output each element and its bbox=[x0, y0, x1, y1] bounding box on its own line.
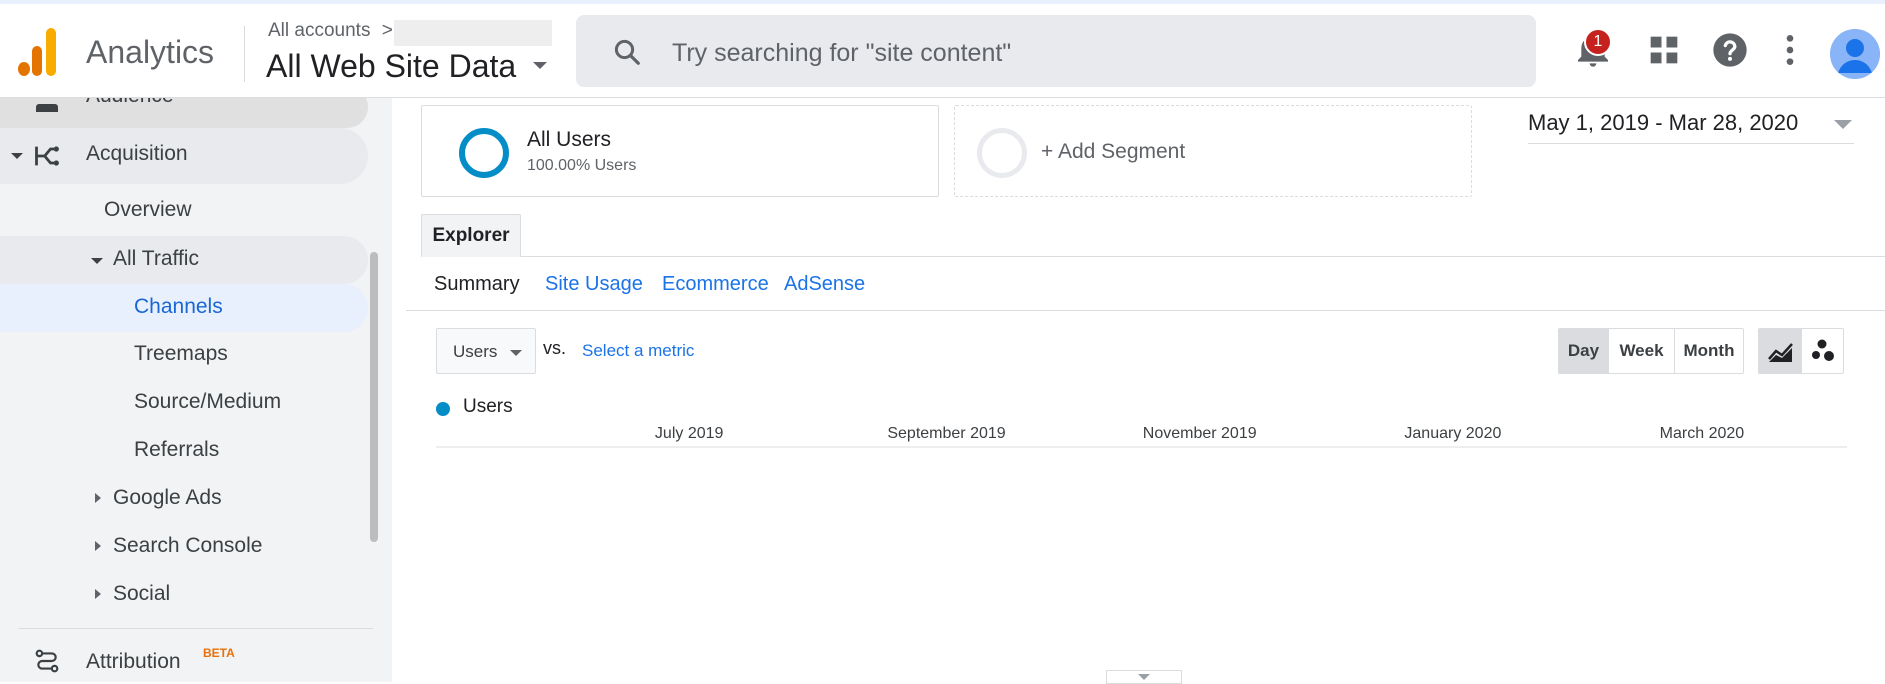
sidebar-item-audience[interactable]: Audience bbox=[0, 98, 368, 128]
sidebar-item-search-console[interactable]: Search Console bbox=[113, 534, 262, 558]
sidebar-item-acquisition[interactable]: Acquisition bbox=[0, 128, 368, 184]
add-segment-label: + Add Segment bbox=[1041, 140, 1186, 163]
beta-badge: BETA bbox=[203, 646, 235, 660]
sidebar-divider bbox=[18, 628, 373, 629]
sidebar-item-referrals[interactable]: Referrals bbox=[134, 438, 219, 462]
month-button[interactable]: Month bbox=[1675, 329, 1743, 373]
vs-label: vs. bbox=[543, 338, 567, 358]
sidebar-item-label: Acquisition bbox=[86, 142, 188, 165]
sidebar-item-label: Channels bbox=[134, 295, 223, 318]
chart-type-toggle bbox=[1758, 328, 1844, 374]
sidebar-item-treemaps[interactable]: Treemaps bbox=[134, 342, 228, 366]
sidebar-item-social[interactable]: Social bbox=[113, 582, 170, 606]
expand-caret-icon bbox=[95, 541, 101, 551]
line-chart-icon bbox=[1768, 343, 1793, 362]
subtab-ecommerce[interactable]: Ecommerce bbox=[662, 273, 769, 296]
notification-badge: 1 bbox=[1584, 28, 1612, 56]
header: Analytics All accounts > All Web Site Da… bbox=[0, 4, 1885, 98]
empty-segment-ring-icon bbox=[977, 128, 1027, 178]
tab-divider bbox=[421, 256, 1885, 257]
redacted-account bbox=[394, 20, 552, 46]
sidebar: Audience Acquisition Overview All Traffi… bbox=[0, 98, 392, 682]
select-metric-link[interactable]: Select a metric bbox=[582, 341, 694, 361]
sidebar-item-all-traffic[interactable]: All Traffic bbox=[0, 236, 368, 284]
week-button[interactable]: Week bbox=[1609, 329, 1675, 373]
line-chart-button[interactable] bbox=[1759, 329, 1802, 373]
view-selector[interactable]: All Web Site Data bbox=[266, 48, 516, 85]
analytics-logo-icon[interactable] bbox=[18, 28, 60, 76]
add-segment-button[interactable]: + Add Segment bbox=[954, 105, 1472, 197]
metric-selector-label: Users bbox=[453, 342, 498, 361]
day-button[interactable]: Day bbox=[1559, 329, 1609, 373]
view-dropdown-icon[interactable] bbox=[533, 62, 547, 69]
collapse-caret-icon bbox=[91, 258, 103, 264]
x-tick-label: September 2019 bbox=[887, 425, 1005, 442]
x-tick-label: March 2020 bbox=[1660, 425, 1745, 442]
more-vert-icon[interactable] bbox=[1770, 30, 1810, 70]
sidebar-item-google-ads[interactable]: Google Ads bbox=[113, 486, 222, 510]
breadcrumb-all-accounts[interactable]: All accounts bbox=[268, 20, 370, 41]
metric-dropdown-icon bbox=[510, 350, 522, 356]
legend-users-dot bbox=[436, 402, 450, 416]
motion-chart-icon bbox=[1812, 339, 1834, 361]
subtab-divider bbox=[406, 310, 1885, 311]
sidebar-item-source-medium[interactable]: Source/Medium bbox=[134, 390, 281, 414]
users-chart[interactable]: 10050July 2019September 2019November 201… bbox=[406, 418, 1885, 680]
acquisition-icon bbox=[35, 146, 59, 166]
metric-selector[interactable]: Users bbox=[436, 328, 536, 374]
sidebar-item-attribution[interactable]: Attribution bbox=[86, 650, 181, 674]
search-icon bbox=[614, 39, 640, 65]
breadcrumb-separator: > bbox=[381, 20, 393, 41]
date-range-underline bbox=[1528, 143, 1854, 144]
segment-title: All Users bbox=[527, 128, 612, 151]
segment-all-users[interactable]: All Users 100.00% Users bbox=[421, 105, 939, 197]
help-icon[interactable] bbox=[1710, 30, 1750, 70]
x-tick-label: January 2020 bbox=[1404, 425, 1501, 442]
date-range-dropdown-icon[interactable] bbox=[1834, 120, 1852, 129]
sidebar-scrollbar[interactable] bbox=[370, 252, 378, 542]
segment-subtitle: 100.00% Users bbox=[527, 157, 637, 174]
sidebar-item-channels[interactable]: Channels bbox=[0, 284, 368, 332]
header-divider bbox=[244, 26, 245, 82]
subtab-adsense[interactable]: AdSense bbox=[784, 273, 865, 296]
sidebar-item-overview[interactable]: Overview bbox=[104, 198, 192, 222]
chevron-down-icon bbox=[1138, 674, 1150, 680]
avatar-person-icon bbox=[1830, 29, 1880, 79]
segment-ring-icon bbox=[459, 128, 509, 178]
sidebar-item-label: Audience bbox=[86, 98, 174, 108]
expand-caret-icon bbox=[95, 589, 101, 599]
account-avatar[interactable] bbox=[1830, 29, 1880, 79]
main-content: All Users 100.00% Users + Add Segment Ma… bbox=[406, 98, 1885, 684]
subtab-summary[interactable]: Summary bbox=[434, 273, 520, 296]
legend-users-label: Users bbox=[463, 396, 513, 417]
sidebar-item-label: All Traffic bbox=[113, 247, 199, 270]
motion-chart-button[interactable] bbox=[1802, 329, 1845, 373]
search-input[interactable]: Try searching for "site content" bbox=[672, 39, 1011, 68]
apps-grid-icon[interactable] bbox=[1644, 30, 1684, 70]
collapse-caret-icon bbox=[11, 153, 23, 159]
attribution-icon bbox=[35, 649, 59, 673]
person-icon bbox=[36, 104, 58, 112]
subtab-site-usage[interactable]: Site Usage bbox=[545, 273, 643, 296]
x-tick-label: July 2019 bbox=[655, 425, 724, 442]
date-range-picker[interactable]: May 1, 2019 - Mar 28, 2020 bbox=[1528, 110, 1798, 136]
expand-caret-icon bbox=[95, 493, 101, 503]
app-name[interactable]: Analytics bbox=[86, 34, 214, 71]
tab-explorer[interactable]: Explorer bbox=[421, 214, 521, 257]
granularity-toggle: Day Week Month bbox=[1558, 328, 1744, 374]
search-bar[interactable]: Try searching for "site content" bbox=[576, 15, 1536, 87]
x-tick-label: November 2019 bbox=[1143, 425, 1257, 442]
breadcrumb[interactable]: All accounts > bbox=[268, 20, 393, 42]
